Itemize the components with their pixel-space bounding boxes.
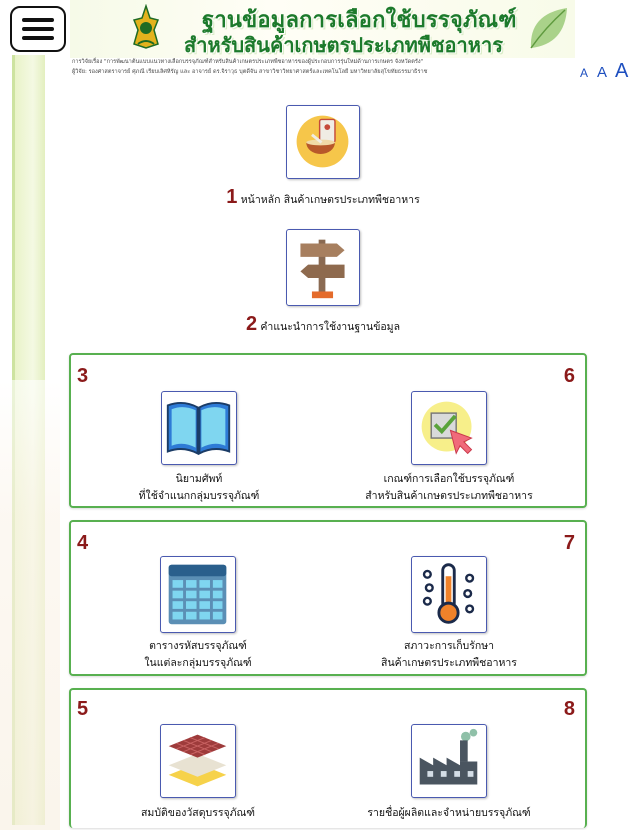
group-number-7: 7 bbox=[563, 532, 575, 554]
code-table-label-line1: ตารางรหัสบรรจุภัณฑ์ bbox=[149, 640, 247, 652]
guide-label: คำแนะนำการใช้งานฐานข้อมูล bbox=[260, 321, 401, 333]
guide-link[interactable]: 2 คำแนะนำการใช้งานฐานข้อมูล bbox=[180, 313, 466, 336]
checkbox-cursor-icon bbox=[421, 401, 473, 455]
research-credit-line2: ผู้วิจัย: รองศาสตราจารย์ ศุภณี เรียบเลิศ… bbox=[72, 69, 428, 75]
glossary-link[interactable]: นิยามศัพท์ ที่ใช้จำแนกกลุ่มบรรจุภัณฑ์ bbox=[120, 470, 278, 504]
hamburger-menu-button[interactable] bbox=[10, 6, 66, 52]
glossary-label-line2: ที่ใช้จำแนกกลุ่มบรรจุภัณฑ์ bbox=[138, 490, 260, 502]
font-size-small-button[interactable]: A bbox=[580, 66, 588, 80]
leaf-decoration-icon bbox=[530, 8, 567, 49]
code-table-label-line2: ในแต่ละกลุ่มบรรจุภัณฑ์ bbox=[144, 657, 252, 669]
material-tile[interactable] bbox=[160, 724, 236, 798]
group-number-4: 4 bbox=[77, 532, 89, 554]
supplier-tile[interactable] bbox=[411, 724, 487, 798]
guide-tile[interactable] bbox=[286, 229, 360, 306]
code-table-link[interactable]: ตารางรหัสบรรจุภัณฑ์ ในแต่ละกลุ่มบรรจุภัณ… bbox=[118, 637, 278, 671]
open-book-icon bbox=[166, 402, 231, 456]
criteria-label-line2: สำหรับสินค้าเกษตรประเภทพืชอาหาร bbox=[365, 490, 533, 502]
home-label: หน้าหลัก สินค้าเกษตรประเภทพืชอาหาร bbox=[240, 194, 420, 206]
research-credit-line1: การวิจัยเรื่อง "การพัฒนาต้นแบบแนวทางเลือ… bbox=[72, 59, 424, 65]
site-title-line2: สำหรับสินค้าเกษตรประเภทพืชอาหาร bbox=[184, 33, 503, 57]
menu-bar-icon bbox=[22, 27, 54, 31]
storage-label-line1: สภาวะการเก็บรักษา bbox=[403, 640, 495, 652]
criteria-label-line1: เกณฑ์การเลือกใช้บรรจุภัณฑ์ bbox=[383, 473, 515, 485]
storage-link[interactable]: สภาวะการเก็บรักษา สินค้าเกษตรประเภทพืชอา… bbox=[350, 637, 548, 671]
criteria-tile[interactable] bbox=[411, 391, 487, 465]
code-table-tile[interactable] bbox=[160, 556, 236, 633]
factory-icon bbox=[419, 728, 478, 785]
storage-label-line2: สินค้าเกษตรประเภทพืชอาหาร bbox=[381, 657, 517, 669]
thermometer-icon bbox=[422, 563, 475, 624]
supplier-link[interactable]: รายชื่อผู้ผลิตและจำหน่ายบรรจุภัณฑ์ bbox=[338, 804, 560, 821]
glossary-label-line1: นิยามศัพท์ bbox=[175, 473, 223, 485]
glossary-tile[interactable] bbox=[161, 391, 237, 465]
group-number-5: 5 bbox=[77, 698, 89, 720]
table-grid-icon bbox=[168, 564, 227, 625]
font-size-large-button[interactable]: A bbox=[615, 60, 628, 83]
menu-bar-icon bbox=[22, 36, 54, 40]
university-logo-icon bbox=[132, 4, 160, 49]
group-number-6: 6 bbox=[563, 365, 575, 387]
group-number-3: 3 bbox=[77, 365, 89, 387]
signpost-icon bbox=[300, 239, 345, 299]
material-label: สมบัติของวัสดุบรรจุภัณฑ์ bbox=[140, 807, 256, 819]
font-size-medium-button[interactable]: A bbox=[597, 64, 607, 81]
material-link[interactable]: สมบัติของวัสดุบรรจุภัณฑ์ bbox=[118, 804, 278, 821]
home-tile[interactable] bbox=[286, 105, 360, 179]
home-link[interactable]: 1 หน้าหลัก สินค้าเกษตรประเภทพืชอาหาร bbox=[170, 186, 476, 209]
food-bowl-icon bbox=[296, 115, 349, 168]
criteria-link[interactable]: เกณฑ์การเลือกใช้บรรจุภัณฑ์ สำหรับสินค้าเ… bbox=[340, 470, 558, 504]
group-number-8: 8 bbox=[563, 698, 575, 720]
storage-tile[interactable] bbox=[411, 556, 487, 633]
supplier-label: รายชื่อผู้ผลิตและจำหน่ายบรรจุภัณฑ์ bbox=[367, 807, 531, 819]
home-number: 1 bbox=[226, 186, 238, 208]
material-layers-icon bbox=[168, 734, 227, 787]
menu-bar-icon bbox=[22, 18, 54, 22]
background-watermark bbox=[0, 380, 60, 830]
guide-number: 2 bbox=[245, 313, 258, 335]
